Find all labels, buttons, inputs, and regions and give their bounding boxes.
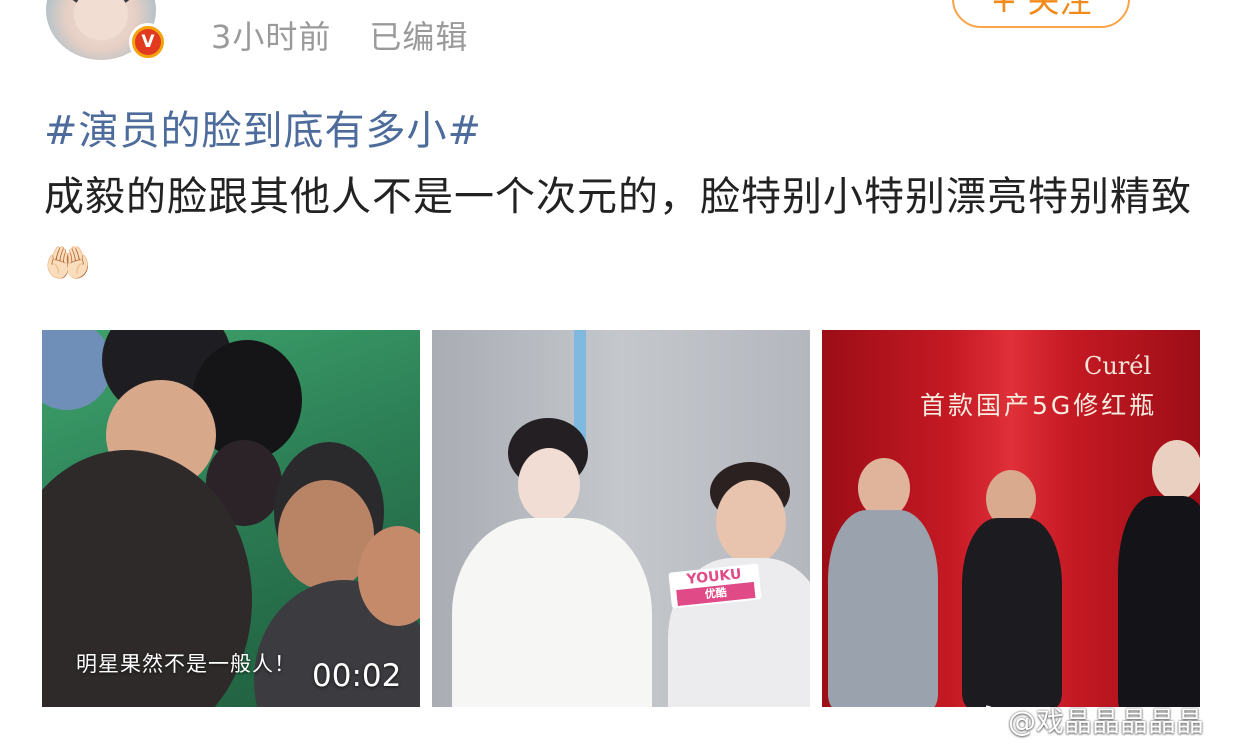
watermark-text: @戏晶晶晶晶晶 <box>1008 705 1205 738</box>
edited-label[interactable]: 已编辑 <box>369 18 468 56</box>
media-thumbnail-3[interactable]: Curél 首款国产5G修红瓶 <box>822 330 1200 707</box>
weibo-post: V 3小时前 已编辑 + 关注 #演员的脸到底有多小# 成毅的脸跟其他人不是一个次… <box>0 0 1242 745</box>
verified-badge-label: V <box>135 29 161 55</box>
video-caption: 明星果然不是一般人！ <box>76 652 296 676</box>
weibo-watermark: @戏晶晶晶晶晶 <box>956 700 1204 740</box>
person-black-suit <box>1118 496 1200 707</box>
post-text-content: 成毅的脸跟其他人不是一个次元的，脸特别小特别漂亮特别精致 <box>44 174 1192 220</box>
stage-slogan: 首款国产5G修红瓶 <box>920 391 1158 420</box>
media-thumbnail-video[interactable]: 明星果然不是一般人！ 00:02 <box>42 330 420 707</box>
actor-face <box>518 448 580 522</box>
avatar-face <box>74 0 128 40</box>
person-black-suit <box>962 518 1062 707</box>
video-duration: 00:02 <box>312 658 402 694</box>
weibo-icon <box>956 705 998 737</box>
person-face <box>858 458 910 518</box>
person-grey-suit <box>828 510 938 707</box>
topic-hashtag-link[interactable]: #演员的脸到底有多小# <box>44 98 482 156</box>
post-text: 成毅的脸跟其他人不是一个次元的，脸特别小特别漂亮特别精致 🤲🏻 <box>44 166 1204 294</box>
verified-badge-icon: V <box>129 23 167 61</box>
media-thumbnail-2[interactable]: YOUKU 优酷 <box>432 330 810 707</box>
host-face <box>716 480 786 564</box>
follow-button[interactable]: + 关注 <box>952 0 1130 28</box>
brand-logo-text: Curél <box>1084 352 1152 380</box>
person-face <box>1152 440 1200 500</box>
actor-white-shirt <box>452 518 652 707</box>
open-hands-emoji-icon: 🤲🏻 <box>44 241 93 285</box>
post-meta: 3小时前 已编辑 <box>211 12 468 58</box>
post-time: 3小时前 <box>211 18 332 56</box>
